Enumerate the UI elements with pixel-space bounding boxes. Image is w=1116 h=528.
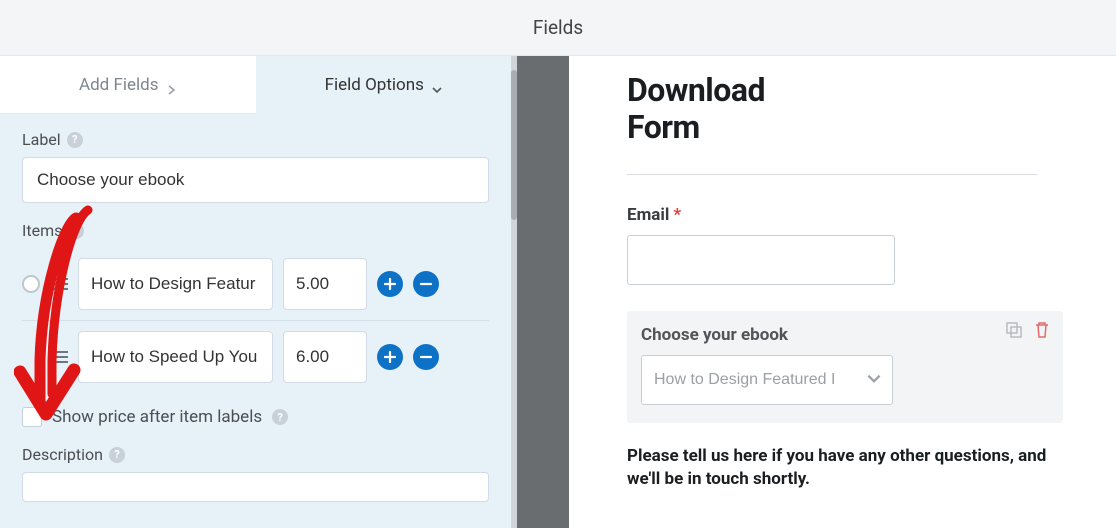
add-item-button[interactable] — [377, 344, 403, 370]
label-section-title: Label — [22, 130, 61, 149]
add-item-button[interactable] — [377, 271, 403, 297]
show-price-row: Show price after item labels ? — [22, 407, 489, 427]
description-input[interactable] — [22, 472, 489, 502]
tab-add-label: Add Fields — [79, 75, 159, 95]
chevron-down-icon — [867, 370, 881, 389]
tab-field-options[interactable]: Field Options — [256, 56, 512, 114]
choose-ebook-select[interactable] — [641, 355, 893, 405]
tab-options-label: Field Options — [325, 75, 424, 95]
drag-handle-icon[interactable] — [50, 277, 68, 291]
panel-body: Label ? Items ? — [0, 114, 511, 518]
item-radio[interactable] — [22, 275, 40, 293]
remove-item-button[interactable] — [413, 271, 439, 297]
items-section: Items ? — [22, 221, 489, 427]
duplicate-icon[interactable] — [1005, 321, 1023, 339]
items-section-title: Items — [22, 221, 62, 240]
item-price-input[interactable] — [283, 258, 367, 310]
panel-gutter — [511, 56, 569, 528]
drag-handle-icon[interactable] — [50, 350, 68, 364]
item-price-input[interactable] — [283, 331, 367, 383]
chevron-down-icon — [432, 80, 442, 90]
left-panel: Add Fields Field Options Label ? — [0, 56, 511, 528]
top-bar: Fields — [0, 0, 1116, 56]
items-section-header: Items ? — [22, 221, 489, 240]
help-icon[interactable]: ? — [67, 132, 83, 148]
show-price-label: Show price after item labels — [52, 407, 262, 427]
email-label: Email * — [627, 205, 1056, 225]
remove-item-button[interactable] — [413, 344, 439, 370]
workspace: Add Fields Field Options Label ? — [0, 56, 1116, 528]
item-row — [22, 321, 489, 393]
panel-tabs: Add Fields Field Options — [0, 56, 511, 114]
choose-ebook-label: Choose your ebook — [641, 325, 1049, 345]
description-section-title: Description — [22, 445, 103, 464]
choose-ebook-select-wrap — [641, 355, 893, 405]
divider — [627, 174, 1037, 175]
help-icon[interactable]: ? — [272, 409, 288, 425]
description-section-header: Description ? — [22, 445, 489, 464]
form-preview: Download Form Email * Choose your ebook — [569, 56, 1116, 528]
choose-ebook-label-text: Choose your ebook — [641, 325, 788, 345]
selected-field-block[interactable]: Choose your ebook — [627, 311, 1063, 423]
description-section: Description ? — [22, 445, 489, 502]
required-star-icon: * — [673, 205, 681, 225]
help-icon[interactable]: ? — [109, 447, 125, 463]
page-title: Fields — [533, 16, 583, 39]
trash-icon[interactable] — [1033, 321, 1051, 339]
form-title-line1: Download — [627, 71, 765, 109]
tab-add-fields[interactable]: Add Fields — [0, 56, 256, 114]
item-row — [22, 248, 489, 321]
email-label-text: Email — [627, 205, 669, 225]
scrollbar-thumb[interactable] — [511, 70, 517, 220]
form-title-line2: Form — [627, 108, 700, 146]
form-title: Download Form — [627, 72, 1056, 146]
label-section-header: Label ? — [22, 130, 489, 149]
email-input[interactable] — [627, 235, 895, 285]
item-name-input[interactable] — [78, 331, 273, 383]
chevron-right-icon — [167, 80, 177, 90]
items-list — [22, 248, 489, 393]
form-note: Please tell us here if you have any othe… — [627, 445, 1056, 491]
field-actions — [1005, 321, 1051, 339]
label-input[interactable] — [22, 157, 489, 203]
show-price-checkbox[interactable] — [22, 407, 42, 427]
label-section: Label ? — [22, 130, 489, 203]
item-name-input[interactable] — [78, 258, 273, 310]
help-icon[interactable]: ? — [68, 223, 84, 239]
